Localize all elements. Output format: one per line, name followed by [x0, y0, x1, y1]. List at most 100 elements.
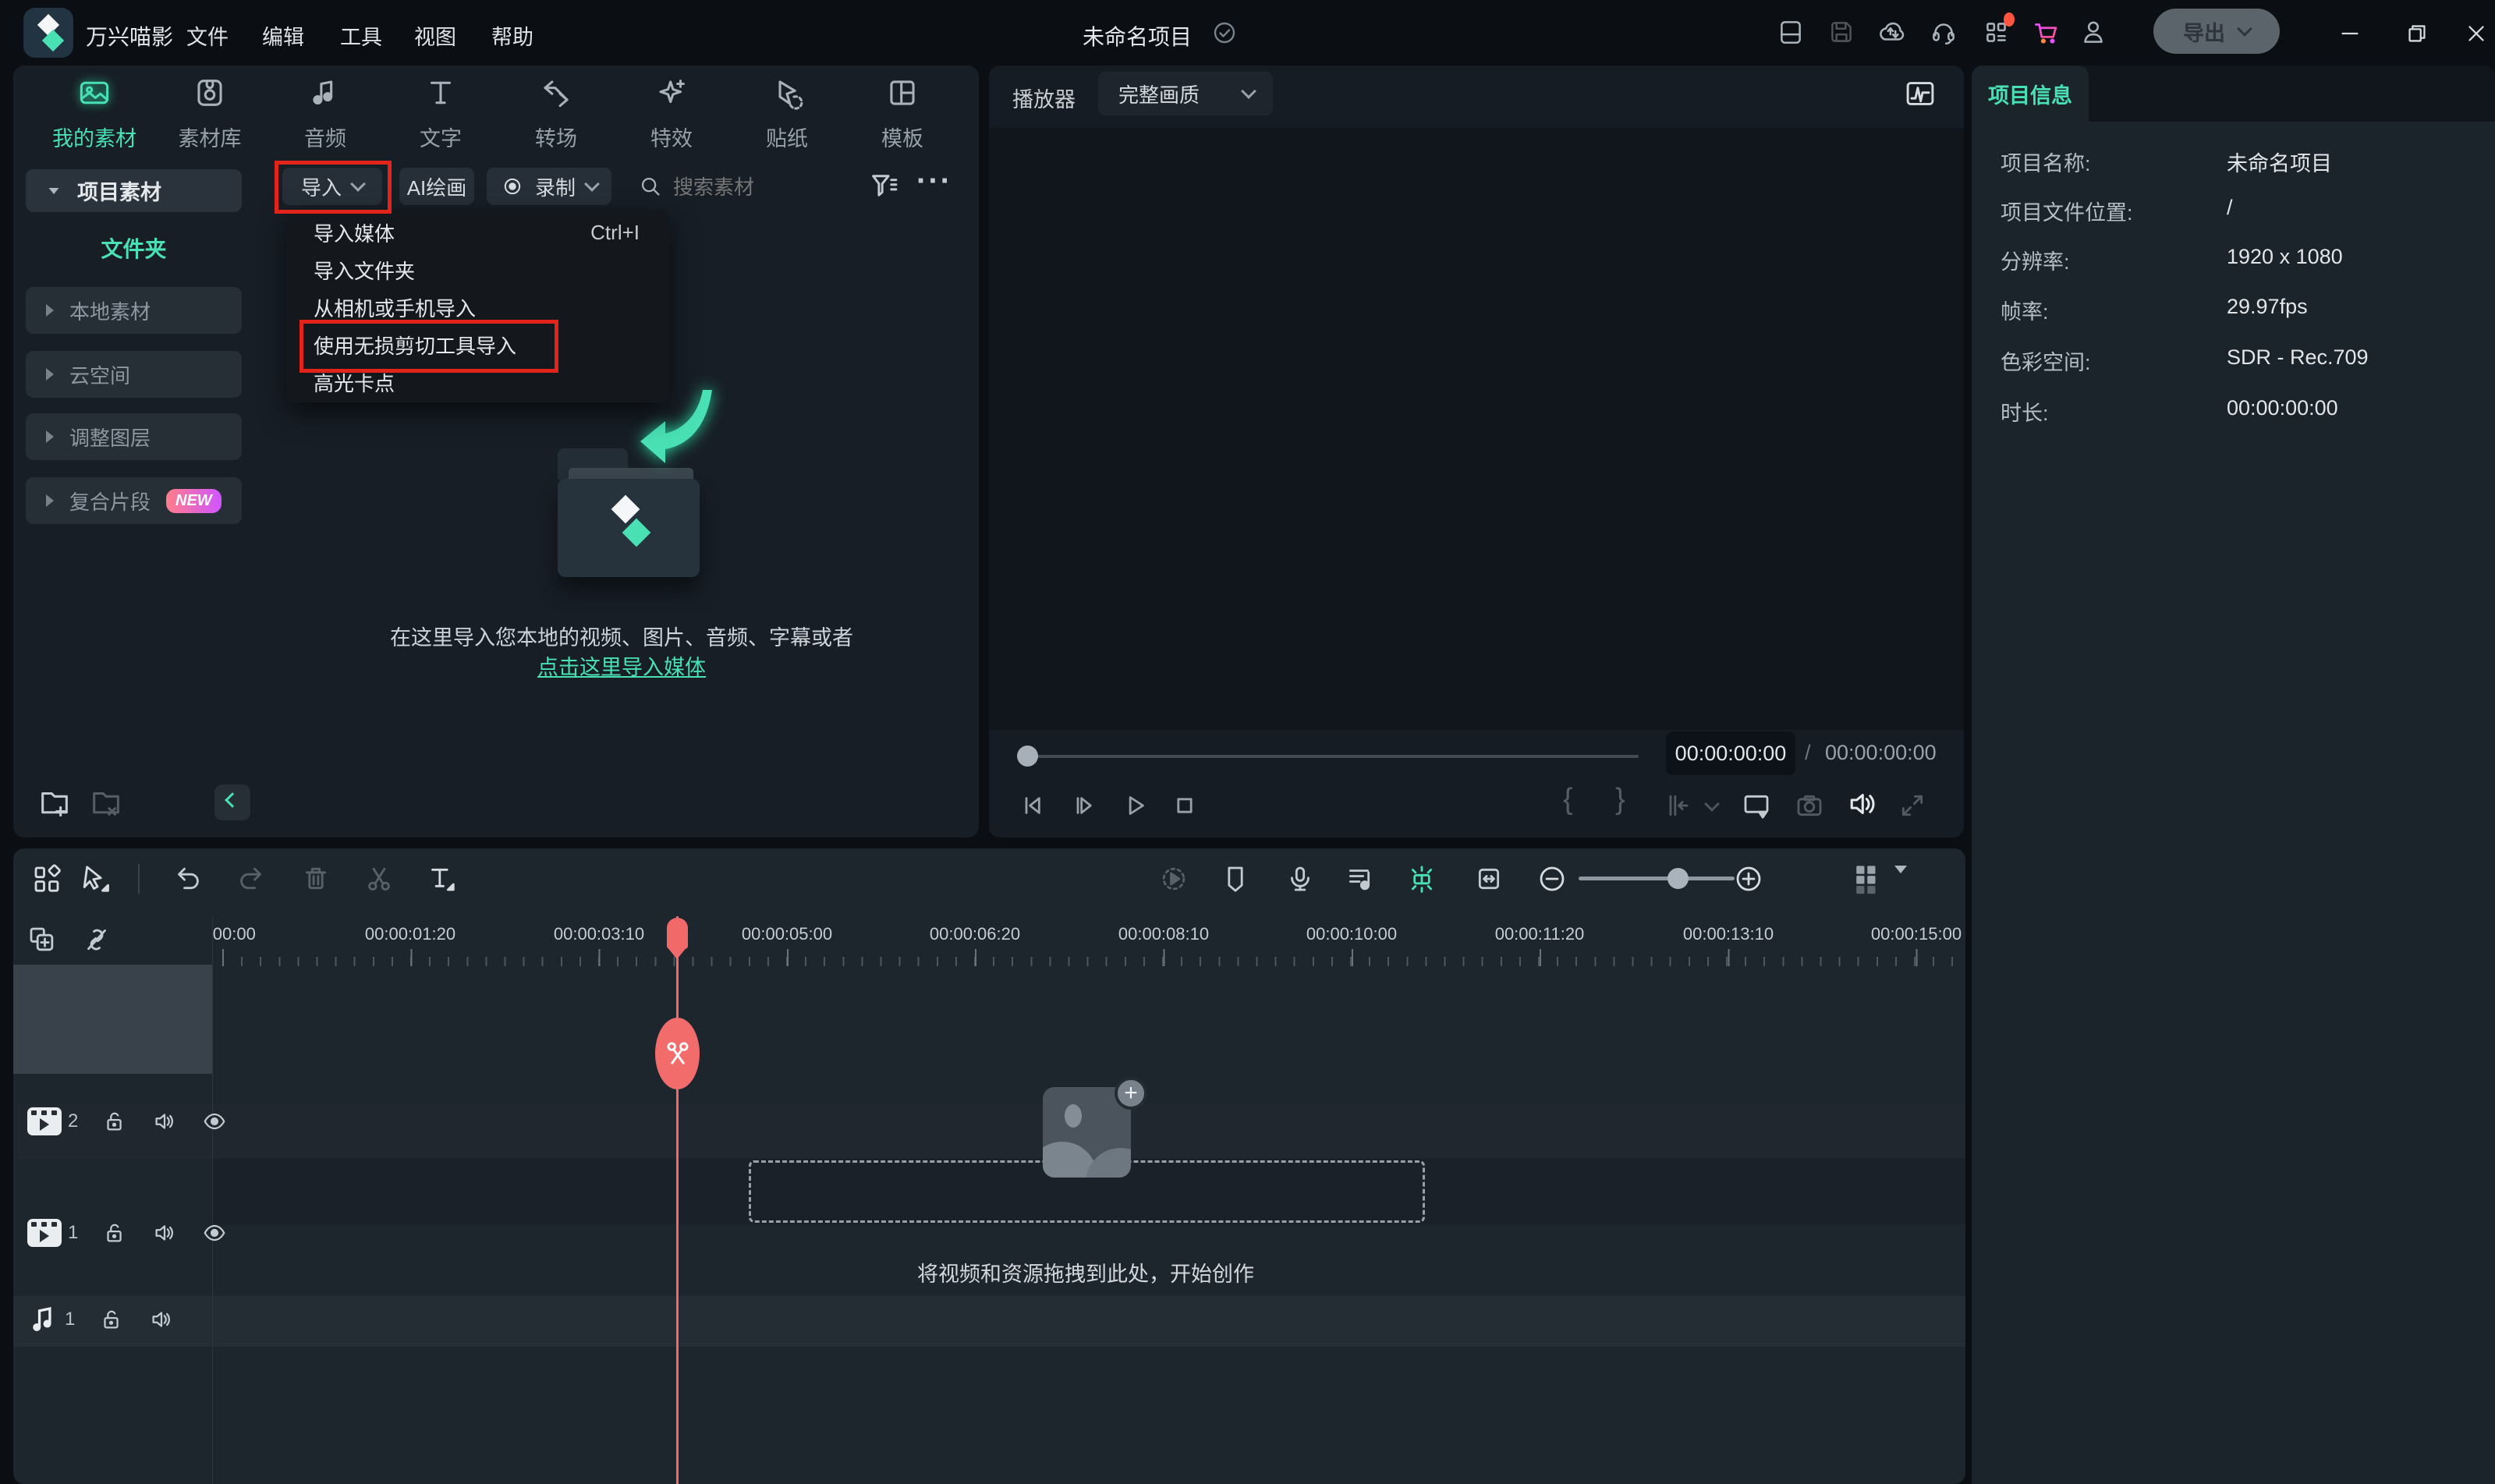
menu-tools[interactable]: 工具	[338, 20, 385, 51]
media-manager-icon[interactable]	[30, 862, 63, 899]
ai-paint-button[interactable]: AI绘画	[399, 168, 474, 205]
lock-icon[interactable]	[98, 1306, 125, 1333]
playhead-cut-badge[interactable]	[655, 1018, 700, 1089]
marker-icon[interactable]	[1219, 862, 1252, 899]
tab-stickers[interactable]: 贴纸	[729, 75, 845, 167]
add-text-icon[interactable]	[424, 862, 457, 899]
audio-mixer-icon[interactable]	[1343, 862, 1376, 899]
add-to-timeline-icon[interactable]	[26, 923, 58, 960]
play-button[interactable]	[1118, 789, 1151, 826]
menu-help[interactable]: 帮助	[489, 20, 536, 51]
track-manager-chevron-icon[interactable]	[1894, 873, 1907, 887]
record-button[interactable]: 录制	[487, 168, 611, 205]
search-input[interactable]	[672, 170, 846, 204]
zoom-in-icon[interactable]	[1732, 862, 1765, 899]
add-folder-icon[interactable]	[37, 785, 73, 824]
minimize-button[interactable]	[2337, 20, 2363, 51]
auto-ripple-magnet-icon[interactable]	[80, 923, 113, 960]
zoom-out-icon[interactable]	[1536, 862, 1568, 899]
detach-screen-icon[interactable]	[1740, 789, 1773, 826]
previous-frame-button[interactable]	[1015, 789, 1048, 826]
fullscreen-icon[interactable]	[1896, 789, 1929, 826]
playhead-pin[interactable]	[667, 918, 688, 949]
mute-icon[interactable]	[151, 1108, 178, 1135]
collapse-sidebar-button[interactable]	[214, 785, 250, 820]
cart-icon[interactable]	[2030, 17, 2060, 51]
beat-detection-icon[interactable]	[1405, 862, 1438, 899]
menu-item-import-media[interactable]: 导入媒体 Ctrl+I	[287, 214, 669, 251]
menu-file[interactable]: 文件	[184, 20, 231, 51]
render-preview-icon[interactable]	[1157, 862, 1190, 899]
export-button[interactable]: 导出	[2153, 9, 2280, 54]
playhead-line[interactable]	[676, 916, 679, 1484]
menu-item-import-folder[interactable]: 导入文件夹	[287, 251, 669, 289]
save-icon[interactable]	[1827, 17, 1856, 51]
mute-icon[interactable]	[148, 1306, 175, 1333]
layout-panel-icon[interactable]	[1776, 17, 1806, 51]
sidebar-item-cloud[interactable]: 云空间	[26, 351, 242, 398]
trim-tool-icon[interactable]	[1660, 789, 1692, 826]
import-media-link[interactable]: 点击这里导入媒体	[310, 650, 934, 681]
zoom-slider-track[interactable]	[1579, 877, 1735, 880]
lock-icon[interactable]	[101, 1220, 128, 1246]
select-tool-icon[interactable]	[78, 862, 111, 899]
sidebar-project-media[interactable]: 项目素材	[26, 169, 242, 212]
redo-icon[interactable]	[236, 862, 268, 899]
tab-templates[interactable]: 模板	[845, 75, 960, 167]
snapshot-camera-icon[interactable]	[1793, 789, 1826, 826]
tab-my-media[interactable]: 我的素材	[37, 75, 152, 167]
sidebar-folder-selected[interactable]: 文件夹	[26, 232, 242, 264]
tab-audio[interactable]: 音频	[268, 75, 383, 167]
tab-stock-library[interactable]: 素材库	[152, 75, 268, 167]
track-manager-icon[interactable]	[1848, 861, 1884, 901]
audio-track-1-header[interactable]: 1	[27, 1304, 175, 1335]
volume-icon[interactable]	[1844, 786, 1880, 826]
filter-icon[interactable]	[867, 168, 901, 207]
tab-project-info[interactable]: 项目信息	[1972, 66, 2089, 122]
close-button[interactable]	[2463, 20, 2490, 51]
next-frame-button[interactable]	[1067, 789, 1100, 826]
apps-grid-icon[interactable]	[1982, 17, 2011, 51]
fit-timeline-icon[interactable]	[1473, 862, 1505, 899]
sidebar-item-local-media[interactable]: 本地素材	[26, 287, 242, 334]
stop-button[interactable]	[1168, 789, 1201, 826]
delete-folder-icon[interactable]	[88, 785, 124, 824]
visibility-eye-icon[interactable]	[201, 1220, 228, 1246]
video-track-1-header[interactable]: 1	[27, 1219, 228, 1247]
mark-in-button[interactable]: {	[1563, 783, 1573, 816]
mark-out-button[interactable]: }	[1615, 783, 1625, 816]
voiceover-mic-icon[interactable]	[1284, 862, 1317, 899]
mute-icon[interactable]	[151, 1220, 178, 1246]
seek-slider-thumb[interactable]	[1017, 746, 1038, 767]
more-options-button[interactable]: ···	[916, 164, 952, 199]
tab-text[interactable]: 文字	[383, 75, 498, 167]
time-ruler[interactable]: 00:00:00 00:00:01:20 00:00:03:10 00:00:0…	[212, 916, 1965, 968]
split-scissors-icon[interactable]	[363, 862, 395, 899]
account-icon[interactable]	[2079, 17, 2108, 51]
undo-icon[interactable]	[171, 862, 204, 899]
support-headset-icon[interactable]	[1929, 17, 1958, 51]
music-icon	[307, 75, 343, 111]
video-track-2-header[interactable]: 2	[27, 1107, 228, 1135]
lock-icon[interactable]	[101, 1108, 128, 1135]
restore-button[interactable]	[2404, 20, 2430, 51]
ruler-label: 00:00:08:10	[1093, 924, 1234, 944]
add-media-badge[interactable]: +	[1115, 1077, 1147, 1110]
sidebar-item-compound-clip[interactable]: 复合片段 NEW	[26, 477, 242, 524]
current-timecode[interactable]: 00:00:00:00	[1666, 731, 1795, 775]
menu-edit[interactable]: 编辑	[260, 20, 307, 51]
info-tab-strip: 项目信息	[1972, 66, 2495, 122]
tab-transitions[interactable]: 转场	[498, 75, 614, 167]
delete-icon[interactable]	[299, 862, 332, 899]
seek-slider-track[interactable]	[1028, 755, 1639, 758]
trim-chevron-icon[interactable]	[1704, 796, 1720, 812]
visibility-eye-icon[interactable]	[201, 1108, 228, 1135]
thumb-mountain-2	[1086, 1148, 1131, 1178]
sidebar-item-adjustment-layer[interactable]: 调整图层	[26, 413, 242, 460]
tab-effects[interactable]: 特效	[614, 75, 729, 167]
zoom-slider-thumb[interactable]	[1667, 868, 1689, 889]
cloud-sync-icon[interactable]	[1877, 17, 1907, 51]
quality-dropdown[interactable]: 完整画质	[1098, 72, 1273, 115]
menu-view[interactable]: 视图	[412, 20, 459, 51]
scopes-icon[interactable]	[1903, 76, 1937, 115]
